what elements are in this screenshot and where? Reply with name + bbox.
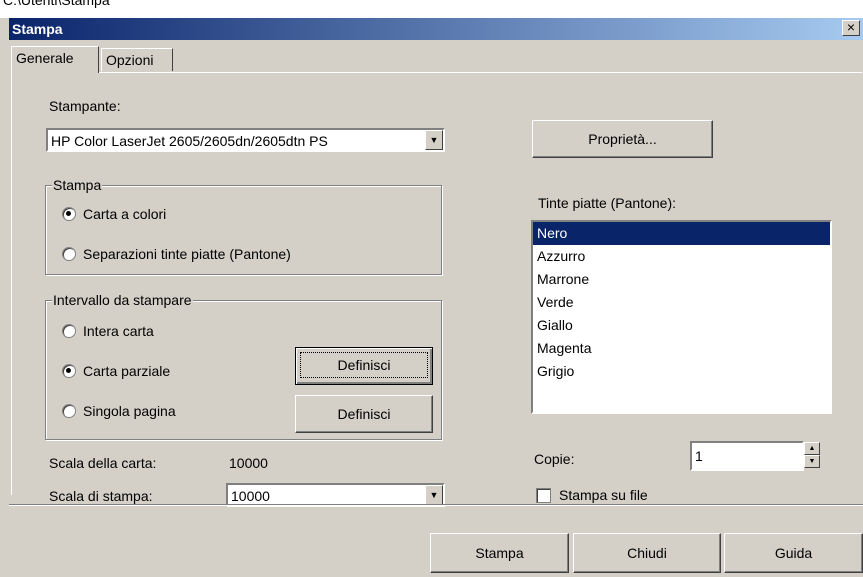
copies-input[interactable]: 1 xyxy=(690,441,804,471)
title-bar: Stampa × xyxy=(9,18,863,40)
list-item[interactable]: Marrone xyxy=(533,268,830,291)
checkbox-icon xyxy=(536,487,551,503)
copies-label: Copie: xyxy=(534,451,575,467)
print-to-file-label: Stampa su file xyxy=(559,487,648,503)
print-range-legend: Intervallo da stampare xyxy=(52,292,193,308)
close-button-label: Chiudi xyxy=(627,545,667,561)
radio-on-icon xyxy=(62,207,76,221)
list-item[interactable]: Verde xyxy=(533,291,830,314)
radio-singola-pagina-label: Singola pagina xyxy=(83,403,176,419)
radio-carta-colori-label: Carta a colori xyxy=(83,206,167,222)
radio-singola-pagina[interactable]: Singola pagina xyxy=(62,403,176,419)
printer-select[interactable]: HP Color LaserJet 2605/2605dn/2605dtn PS… xyxy=(46,128,445,152)
window-title: Stampa xyxy=(12,21,63,37)
help-button-label: Guida xyxy=(774,545,813,561)
background-window-text: C:\Utenti\Stampa xyxy=(3,0,110,8)
print-dialog: Generale Opzioni Stampante: HP Color Las… xyxy=(9,40,863,576)
define-page-button[interactable]: Definisci xyxy=(295,395,433,433)
radio-on-icon xyxy=(62,364,76,378)
radio-off-icon xyxy=(62,404,76,418)
tab-opzioni[interactable]: Opzioni xyxy=(101,48,173,71)
list-item[interactable]: Nero xyxy=(533,222,830,245)
tab-generale[interactable]: Generale xyxy=(11,46,99,73)
define-partial-button[interactable]: Definisci xyxy=(295,347,433,385)
print-to-file-checkbox[interactable]: Stampa su file xyxy=(536,487,648,503)
printer-select-value: HP Color LaserJet 2605/2605dn/2605dtn PS xyxy=(51,133,328,149)
close-icon: × xyxy=(846,19,856,35)
copies-value: 1 xyxy=(695,448,703,464)
copies-stepper[interactable]: ▲ ▼ xyxy=(804,442,820,468)
radio-intera-carta-label: Intera carta xyxy=(83,323,154,339)
map-scale-value: 10000 xyxy=(229,455,268,471)
spot-colors-label: Tinte piatte (Pantone): xyxy=(538,195,677,211)
radio-carta-parziale[interactable]: Carta parziale xyxy=(62,363,170,379)
close-button[interactable]: Chiudi xyxy=(573,533,721,573)
chevron-up-icon[interactable]: ▲ xyxy=(804,442,820,455)
properties-button[interactable]: Proprietà... xyxy=(532,120,713,158)
print-mode-legend: Stampa xyxy=(52,177,103,193)
chevron-down-icon[interactable]: ▼ xyxy=(804,455,820,468)
print-scale-select-value: 10000 xyxy=(231,488,270,504)
radio-carta-parziale-label: Carta parziale xyxy=(83,363,171,379)
list-item[interactable]: Giallo xyxy=(533,314,830,337)
print-mode-group: Stampa Carta a colori Separazioni tinte … xyxy=(45,177,442,275)
define-page-button-label: Definisci xyxy=(337,406,391,422)
chevron-down-icon[interactable]: ▼ xyxy=(425,485,443,505)
print-button[interactable]: Stampa xyxy=(430,533,569,573)
background-window-strip: C:\Utenti\Stampa xyxy=(0,0,863,18)
properties-button-label: Proprietà... xyxy=(588,131,657,147)
radio-carta-colori[interactable]: Carta a colori xyxy=(62,206,166,222)
radio-intera-carta[interactable]: Intera carta xyxy=(62,323,154,339)
radio-off-icon xyxy=(62,324,76,338)
radio-separazioni[interactable]: Separazioni tinte piatte (Pantone) xyxy=(62,246,291,262)
print-range-group: Intervallo da stampare Intera carta Cart… xyxy=(45,292,442,440)
list-item[interactable]: Azzurro xyxy=(533,245,830,268)
printer-label: Stampante: xyxy=(49,98,121,114)
help-button[interactable]: Guida xyxy=(724,533,863,573)
print-button-label: Stampa xyxy=(475,545,524,561)
map-scale-label: Scala della carta: xyxy=(49,455,157,471)
list-item[interactable]: Grigio xyxy=(533,360,830,383)
define-partial-button-label: Definisci xyxy=(296,348,432,382)
spot-colors-list[interactable]: Nero Azzurro Marrone Verde Giallo Magent… xyxy=(531,220,832,414)
radio-separazioni-label: Separazioni tinte piatte (Pantone) xyxy=(83,246,291,262)
close-window-button[interactable]: × xyxy=(842,20,860,36)
print-scale-label: Scala di stampa: xyxy=(49,488,153,504)
tab-generale-label: Generale xyxy=(16,50,74,66)
tab-opzioni-label: Opzioni xyxy=(106,52,154,68)
chevron-down-icon[interactable]: ▼ xyxy=(425,130,443,150)
radio-off-icon xyxy=(62,247,76,261)
list-item[interactable]: Magenta xyxy=(533,337,830,360)
